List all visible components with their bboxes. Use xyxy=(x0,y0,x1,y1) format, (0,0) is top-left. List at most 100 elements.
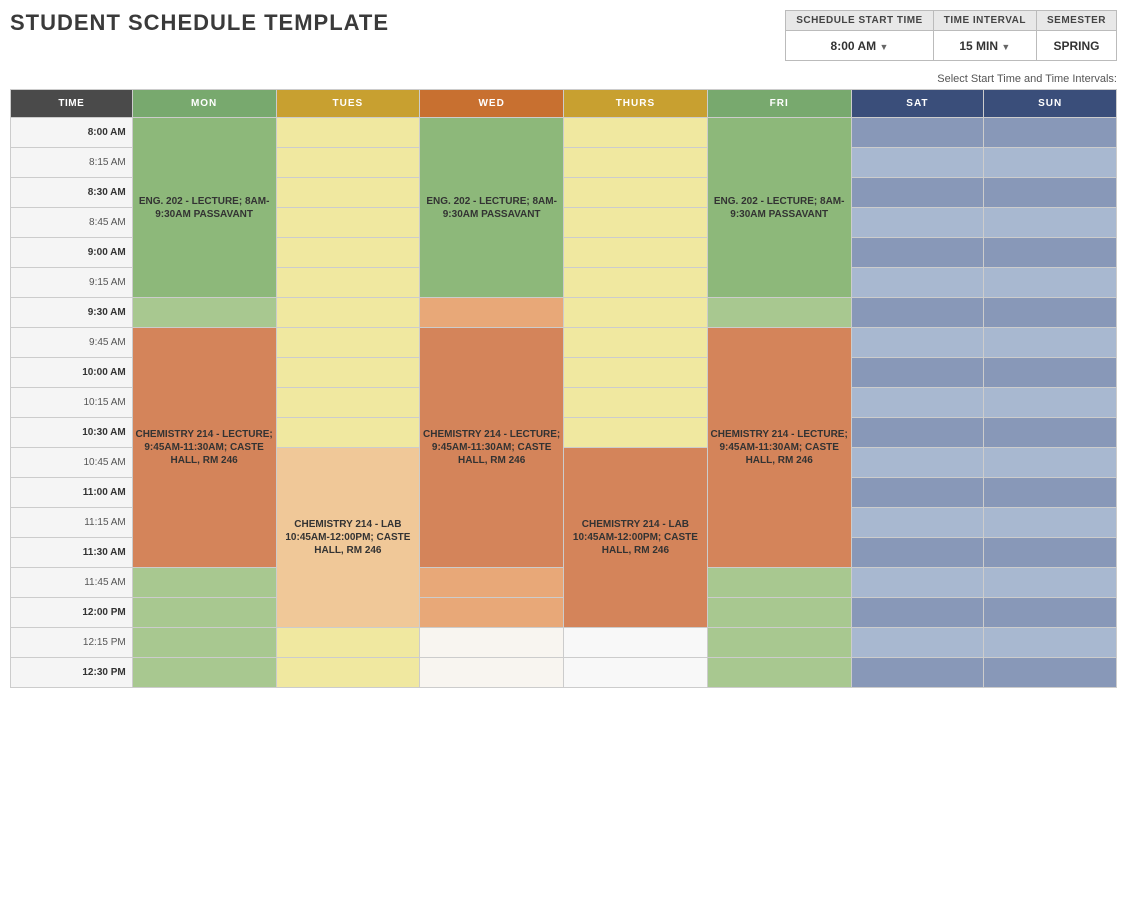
empty-cell xyxy=(276,388,420,418)
select-label: Select Start Time and Time Intervals: xyxy=(937,73,1117,85)
table-row: 9:45 AMCHEMISTRY 214 - LECTURE; 9:45AM-1… xyxy=(11,328,1117,358)
event-cell: CHEMISTRY 214 - LAB 10:45AM-12:00PM; CAS… xyxy=(564,448,708,628)
time-label: 12:00 PM xyxy=(11,598,133,628)
empty-cell xyxy=(276,118,420,148)
time-label: 11:30 AM xyxy=(11,538,133,568)
empty-cell xyxy=(564,178,708,208)
empty-cell xyxy=(564,208,708,238)
empty-cell xyxy=(276,418,420,448)
empty-cell xyxy=(564,298,708,328)
event-cell: ENG. 202 - LECTURE; 8AM-9:30AM PASSAVANT xyxy=(707,118,851,298)
empty-cell xyxy=(564,118,708,148)
empty-cell xyxy=(276,358,420,388)
event-cell: ENG. 202 - LECTURE; 8AM-9:30AM PASSAVANT xyxy=(420,118,564,298)
time-label: 11:00 AM xyxy=(11,478,133,508)
event-cell: CHEMISTRY 214 - LAB 10:45AM-12:00PM; CAS… xyxy=(276,448,420,628)
time-label: 8:15 AM xyxy=(11,148,133,178)
time-label: 9:00 AM xyxy=(11,238,133,268)
empty-cell xyxy=(132,598,276,628)
empty-cell xyxy=(984,478,1117,508)
empty-cell xyxy=(851,538,984,568)
empty-cell xyxy=(851,658,984,688)
time-label: 9:30 AM xyxy=(11,298,133,328)
time-label: 9:15 AM xyxy=(11,268,133,298)
empty-cell xyxy=(276,268,420,298)
empty-cell xyxy=(420,598,564,628)
empty-cell xyxy=(851,268,984,298)
start-time-arrow: ▼ xyxy=(879,42,888,52)
empty-cell xyxy=(851,568,984,598)
event-cell: CHEMISTRY 214 - LECTURE; 9:45AM-11:30AM;… xyxy=(420,328,564,568)
header-sat: SAT xyxy=(851,90,984,118)
empty-cell xyxy=(984,268,1117,298)
select-instruction: Select Start Time and Time Intervals: xyxy=(10,73,1117,85)
time-label: 8:00 AM xyxy=(11,118,133,148)
empty-cell xyxy=(564,418,708,448)
header-time: TIME xyxy=(11,90,133,118)
empty-cell xyxy=(564,658,708,688)
empty-cell xyxy=(984,208,1117,238)
time-label: 11:15 AM xyxy=(11,508,133,538)
empty-cell xyxy=(851,478,984,508)
header-tues: TUES xyxy=(276,90,420,118)
empty-cell xyxy=(984,238,1117,268)
empty-cell xyxy=(984,298,1117,328)
table-row: 12:30 PM xyxy=(11,658,1117,688)
empty-cell xyxy=(984,358,1117,388)
empty-cell xyxy=(984,328,1117,358)
empty-cell xyxy=(132,628,276,658)
time-label: 8:30 AM xyxy=(11,178,133,208)
empty-cell xyxy=(984,148,1117,178)
time-label: 8:45 AM xyxy=(11,208,133,238)
empty-cell xyxy=(851,448,984,478)
empty-cell xyxy=(984,118,1117,148)
time-label: 11:45 AM xyxy=(11,568,133,598)
empty-cell xyxy=(851,388,984,418)
empty-cell xyxy=(564,238,708,268)
event-cell: CHEMISTRY 214 - LECTURE; 9:45AM-11:30AM;… xyxy=(132,328,276,568)
table-row: 9:30 AM xyxy=(11,298,1117,328)
table-row: 12:00 PM xyxy=(11,598,1117,628)
empty-cell xyxy=(707,658,851,688)
empty-cell xyxy=(420,568,564,598)
empty-cell xyxy=(564,328,708,358)
time-label: 12:30 PM xyxy=(11,658,133,688)
empty-cell xyxy=(420,298,564,328)
empty-cell xyxy=(564,268,708,298)
start-time-select[interactable]: 8:00 AM ▼ xyxy=(786,31,934,61)
table-row: 12:15 PM xyxy=(11,628,1117,658)
page-title: STUDENT SCHEDULE TEMPLATE xyxy=(10,10,389,36)
empty-cell xyxy=(276,148,420,178)
empty-cell xyxy=(132,568,276,598)
empty-cell xyxy=(276,628,420,658)
page-header: STUDENT SCHEDULE TEMPLATE SCHEDULE START… xyxy=(10,10,1117,65)
header-fri: FRI xyxy=(707,90,851,118)
empty-cell xyxy=(984,448,1117,478)
empty-cell xyxy=(132,298,276,328)
col1-header: SCHEDULE START TIME xyxy=(786,11,934,31)
time-label: 12:15 PM xyxy=(11,628,133,658)
empty-cell xyxy=(851,628,984,658)
empty-cell xyxy=(564,388,708,418)
empty-cell xyxy=(707,298,851,328)
empty-cell xyxy=(132,658,276,688)
empty-cell xyxy=(984,568,1117,598)
time-label: 10:00 AM xyxy=(11,358,133,388)
empty-cell xyxy=(984,598,1117,628)
empty-cell xyxy=(851,208,984,238)
event-cell: CHEMISTRY 214 - LECTURE; 9:45AM-11:30AM;… xyxy=(707,328,851,568)
controls-area: SCHEDULE START TIME TIME INTERVAL SEMEST… xyxy=(785,10,1117,65)
header-mon: MON xyxy=(132,90,276,118)
controls-table: SCHEDULE START TIME TIME INTERVAL SEMEST… xyxy=(785,10,1117,61)
empty-cell xyxy=(984,418,1117,448)
empty-cell xyxy=(276,298,420,328)
table-row: 8:00 AMENG. 202 - LECTURE; 8AM-9:30AM PA… xyxy=(11,118,1117,148)
empty-cell xyxy=(851,298,984,328)
empty-cell xyxy=(851,598,984,628)
empty-cell xyxy=(564,358,708,388)
time-interval-select[interactable]: 15 MIN ▼ xyxy=(933,31,1036,61)
empty-cell xyxy=(851,508,984,538)
col3-header: SEMESTER xyxy=(1036,11,1116,31)
time-interval-arrow: ▼ xyxy=(1001,42,1010,52)
time-label: 10:15 AM xyxy=(11,388,133,418)
